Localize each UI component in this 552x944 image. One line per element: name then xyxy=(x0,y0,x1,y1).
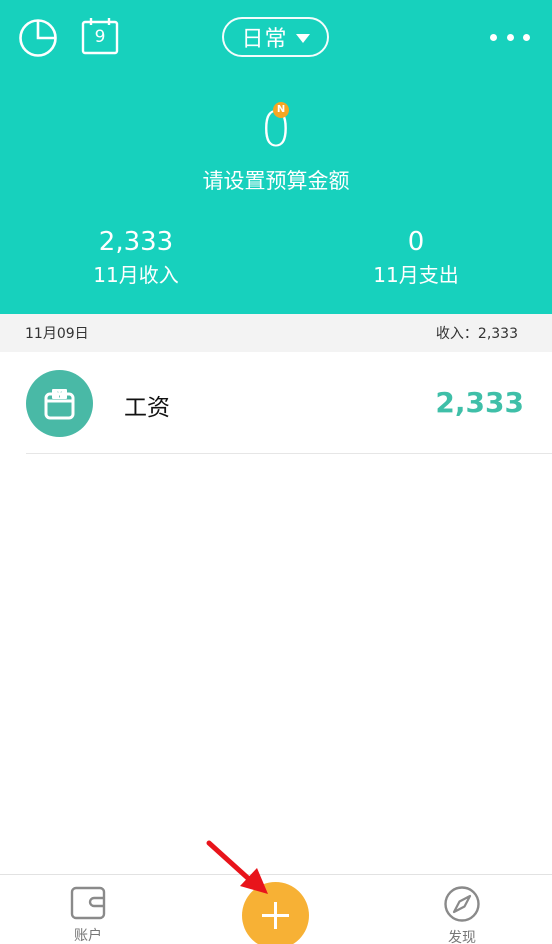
wallet-outline-icon xyxy=(70,886,106,920)
transaction-category: 工资 xyxy=(124,395,170,421)
income-value: 2,333 xyxy=(98,227,174,257)
group-summary: 收入：2,333 xyxy=(435,326,518,342)
expense-label: 11月支出 xyxy=(373,263,459,287)
more-options-icon[interactable] xyxy=(490,31,530,43)
row-divider xyxy=(26,453,552,454)
calendar-icon[interactable]: 9 xyxy=(81,17,119,55)
group-date: 11月09日 xyxy=(25,326,89,342)
calendar-day: 9 xyxy=(94,27,106,47)
book-selector-dropdown[interactable]: 日常 xyxy=(222,17,329,57)
budget-hint[interactable]: 请设置预算金额 xyxy=(0,165,552,195)
income-label: 11月收入 xyxy=(93,263,179,287)
nav-accounts[interactable]: 账户 xyxy=(58,885,118,944)
pie-chart-icon[interactable] xyxy=(18,18,58,58)
summary-header: 9 日常 0 N 请设置预算金额 2,333 11月收入 0 11月支出 xyxy=(0,0,552,314)
transaction-row[interactable]: ¥ 工资 2,333 xyxy=(0,352,552,454)
expense-value: 0 xyxy=(407,227,425,257)
monthly-expense[interactable]: 0 11月支出 xyxy=(301,226,531,290)
caret-down-icon xyxy=(295,33,310,43)
nav-accounts-label: 账户 xyxy=(74,928,102,944)
new-badge: N xyxy=(273,102,289,118)
book-selector-label: 日常 xyxy=(241,27,288,52)
date-group-header: 11月09日 收入：2,333 xyxy=(0,314,552,352)
transaction-amount: 2,333 xyxy=(435,386,524,419)
plus-icon xyxy=(262,902,289,929)
annotation-arrow-icon xyxy=(206,840,268,894)
wallet-icon: ¥ xyxy=(26,370,93,437)
nav-discover[interactable]: 发现 xyxy=(432,885,492,944)
monthly-income[interactable]: 2,333 11月收入 xyxy=(21,226,251,290)
compass-icon xyxy=(444,886,480,922)
nav-discover-label: 发现 xyxy=(448,930,476,944)
